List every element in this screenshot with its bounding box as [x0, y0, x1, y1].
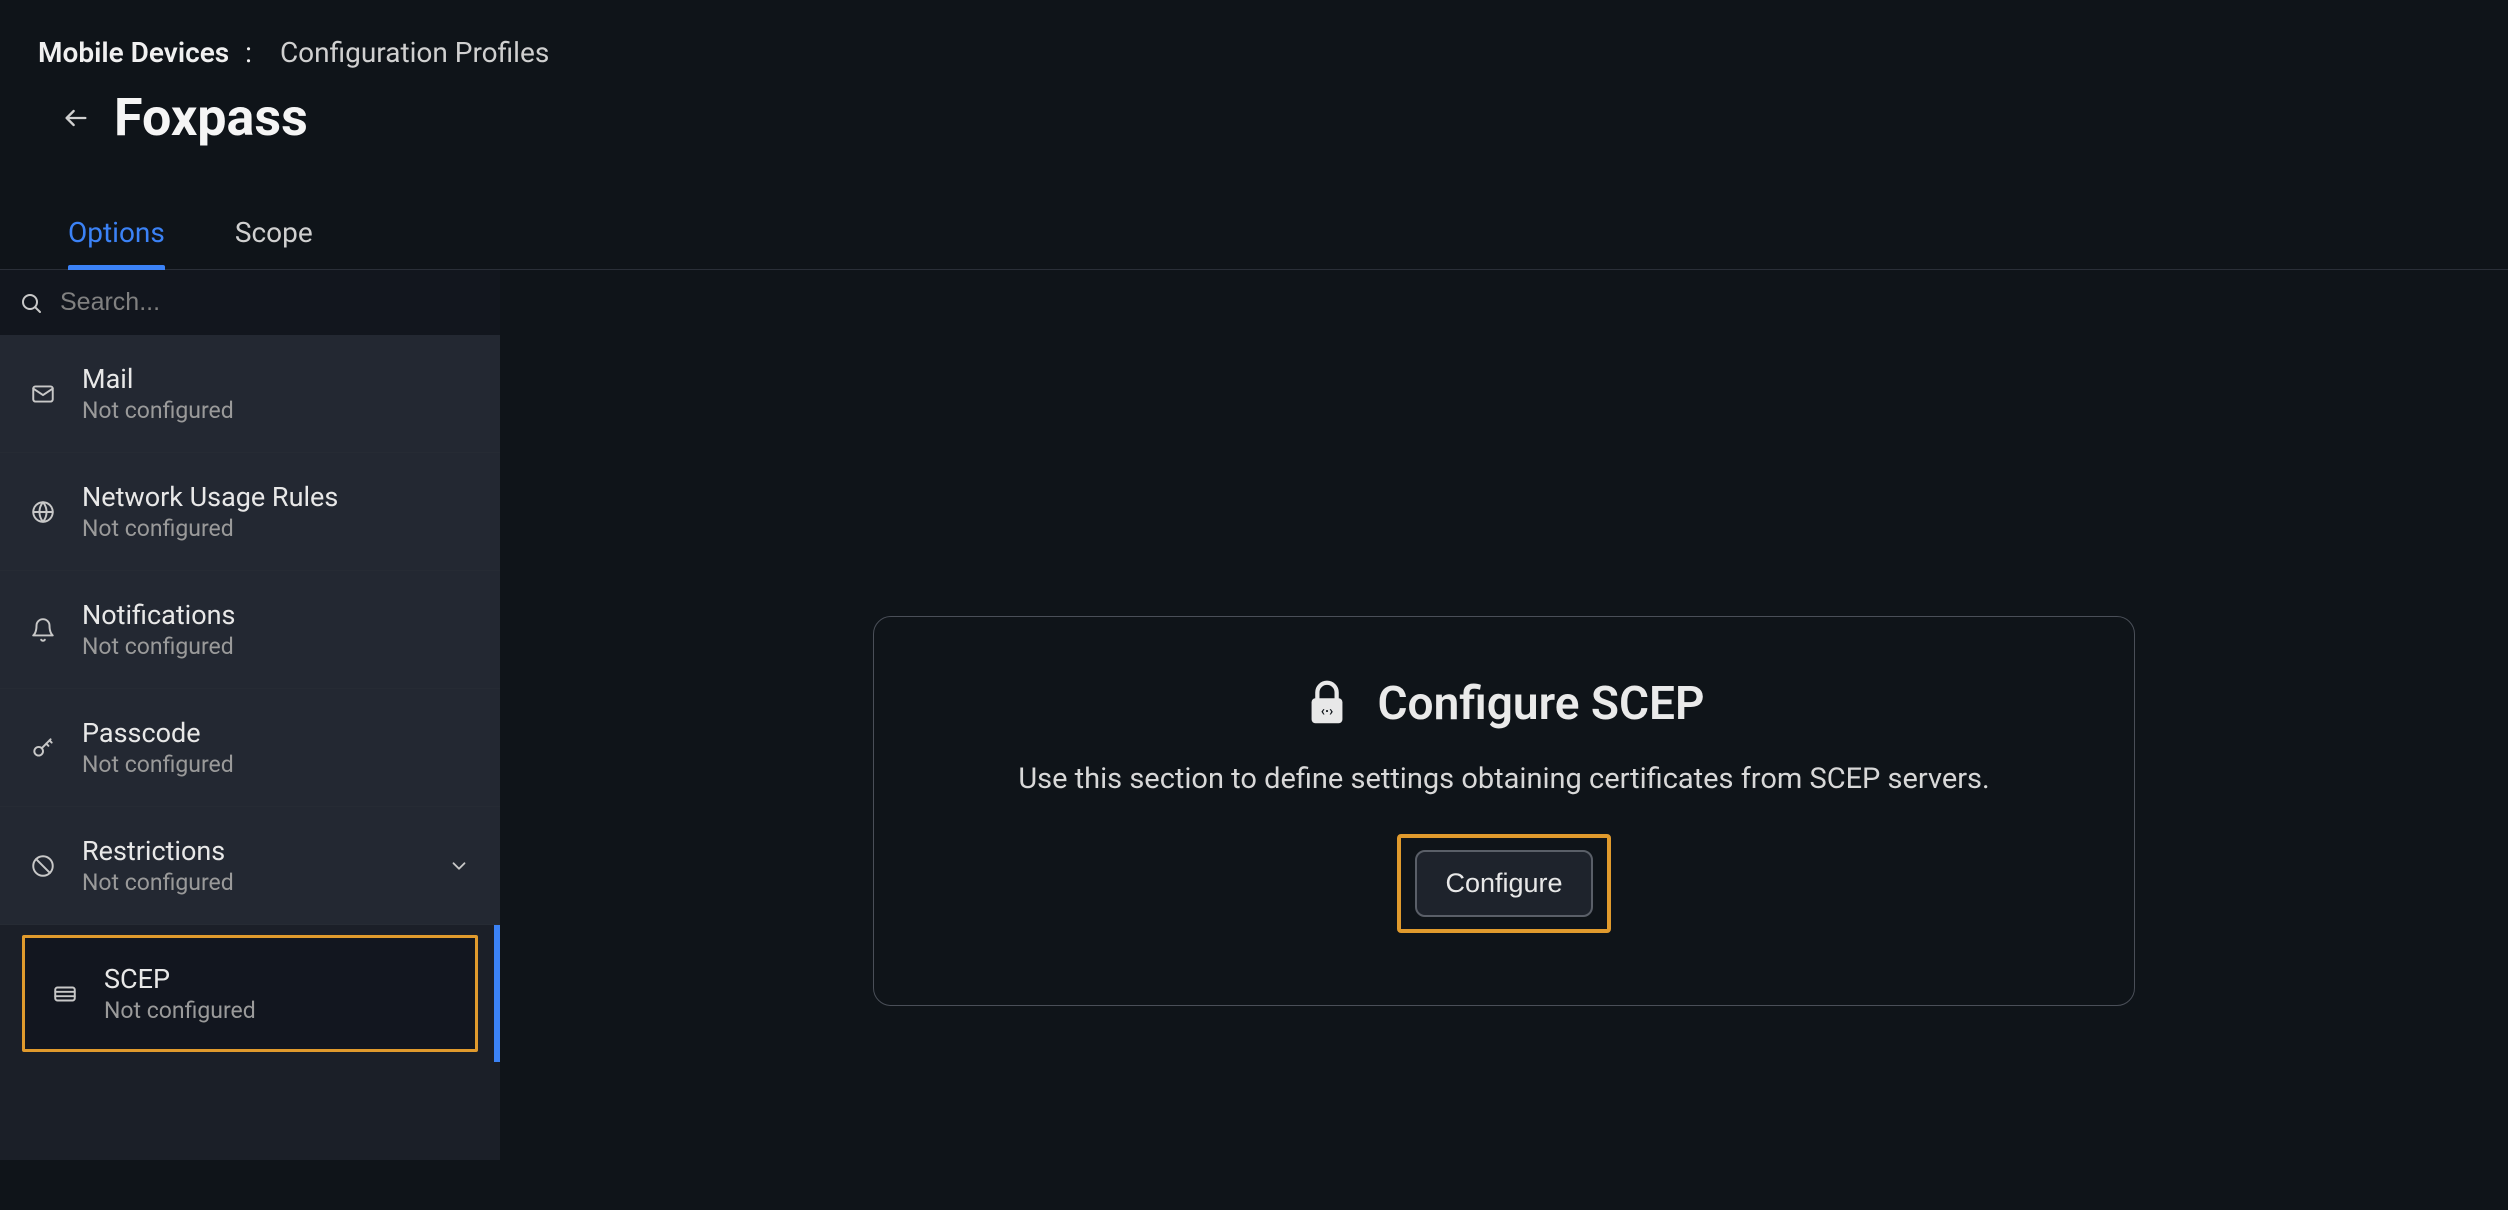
sidebar-item-restrictions[interactable]: Restrictions Not configured	[0, 807, 500, 925]
lock-icon: ‹·›	[1303, 677, 1351, 731]
sidebar-item-sub: Not configured	[82, 751, 470, 778]
breadcrumb-root[interactable]: Mobile Devices	[38, 36, 229, 69]
back-arrow-icon[interactable]	[62, 104, 90, 132]
chevron-down-icon[interactable]	[448, 855, 470, 877]
svg-text:‹·›: ‹·›	[1321, 704, 1333, 720]
sidebar-item-title: Mail	[82, 363, 470, 395]
sidebar-item-text: Passcode Not configured	[82, 717, 470, 778]
sidebar-item-passcode[interactable]: Passcode Not configured	[0, 689, 500, 807]
sidebar-item-text: Network Usage Rules Not configured	[82, 481, 470, 542]
sidebar-item-title: Notifications	[82, 599, 470, 631]
breadcrumb-separator: :	[245, 36, 252, 69]
card-description: Use this section to define settings obta…	[934, 759, 2074, 800]
main-panel: ‹·› Configure SCEP Use this section to d…	[500, 270, 2508, 1160]
sidebar-item-sub: Not configured	[82, 397, 470, 424]
globe-icon	[30, 499, 56, 525]
configure-button-highlight: Configure	[1397, 834, 1610, 933]
sidebar-item-sub: Not configured	[82, 515, 470, 542]
configure-button[interactable]: Configure	[1415, 850, 1592, 917]
sidebar-item-title: SCEP	[104, 963, 448, 995]
title-row: Foxpass	[38, 87, 2470, 148]
config-card: ‹·› Configure SCEP Use this section to d…	[873, 616, 2135, 1006]
breadcrumb: Mobile Devices : Configuration Profiles	[38, 36, 2470, 69]
bell-icon	[30, 617, 56, 643]
sidebar-item-text: Notifications Not configured	[82, 599, 470, 660]
tab-options[interactable]: Options	[68, 198, 165, 269]
card-icon	[52, 981, 78, 1007]
sidebar-item-title: Passcode	[82, 717, 470, 749]
mail-icon	[30, 381, 56, 407]
card-title: Configure SCEP	[1377, 677, 1704, 731]
sidebar: Mail Not configured Network Usage Rules …	[0, 270, 500, 1160]
tab-scope[interactable]: Scope	[235, 198, 313, 269]
sidebar-item-scep[interactable]: SCEP Not configured	[22, 935, 478, 1052]
sidebar-item-text: Mail Not configured	[82, 363, 470, 424]
breadcrumb-leaf[interactable]: Configuration Profiles	[280, 36, 549, 69]
search-icon	[18, 290, 44, 316]
sidebar-item-title: Network Usage Rules	[82, 481, 470, 513]
sidebar-item-notifications[interactable]: Notifications Not configured	[0, 571, 500, 689]
header: Mobile Devices : Configuration Profiles …	[0, 0, 2508, 178]
block-icon	[30, 853, 56, 879]
sidebar-item-sub: Not configured	[82, 633, 470, 660]
sidebar-item-network-usage-rules[interactable]: Network Usage Rules Not configured	[0, 453, 500, 571]
tabbar: Options Scope	[0, 198, 2508, 270]
sidebar-item-mail[interactable]: Mail Not configured	[0, 335, 500, 453]
search-input[interactable]	[60, 288, 482, 317]
page-title: Foxpass	[114, 87, 308, 148]
sidebar-item-sub: Not configured	[82, 869, 422, 896]
search-row	[0, 270, 500, 335]
sidebar-item-text: Restrictions Not configured	[82, 835, 422, 896]
sidebar-item-text: SCEP Not configured	[104, 963, 448, 1024]
sidebar-item-sub: Not configured	[104, 997, 448, 1024]
content: Mail Not configured Network Usage Rules …	[0, 270, 2508, 1160]
sidebar-item-title: Restrictions	[82, 835, 422, 867]
key-icon	[30, 735, 56, 761]
